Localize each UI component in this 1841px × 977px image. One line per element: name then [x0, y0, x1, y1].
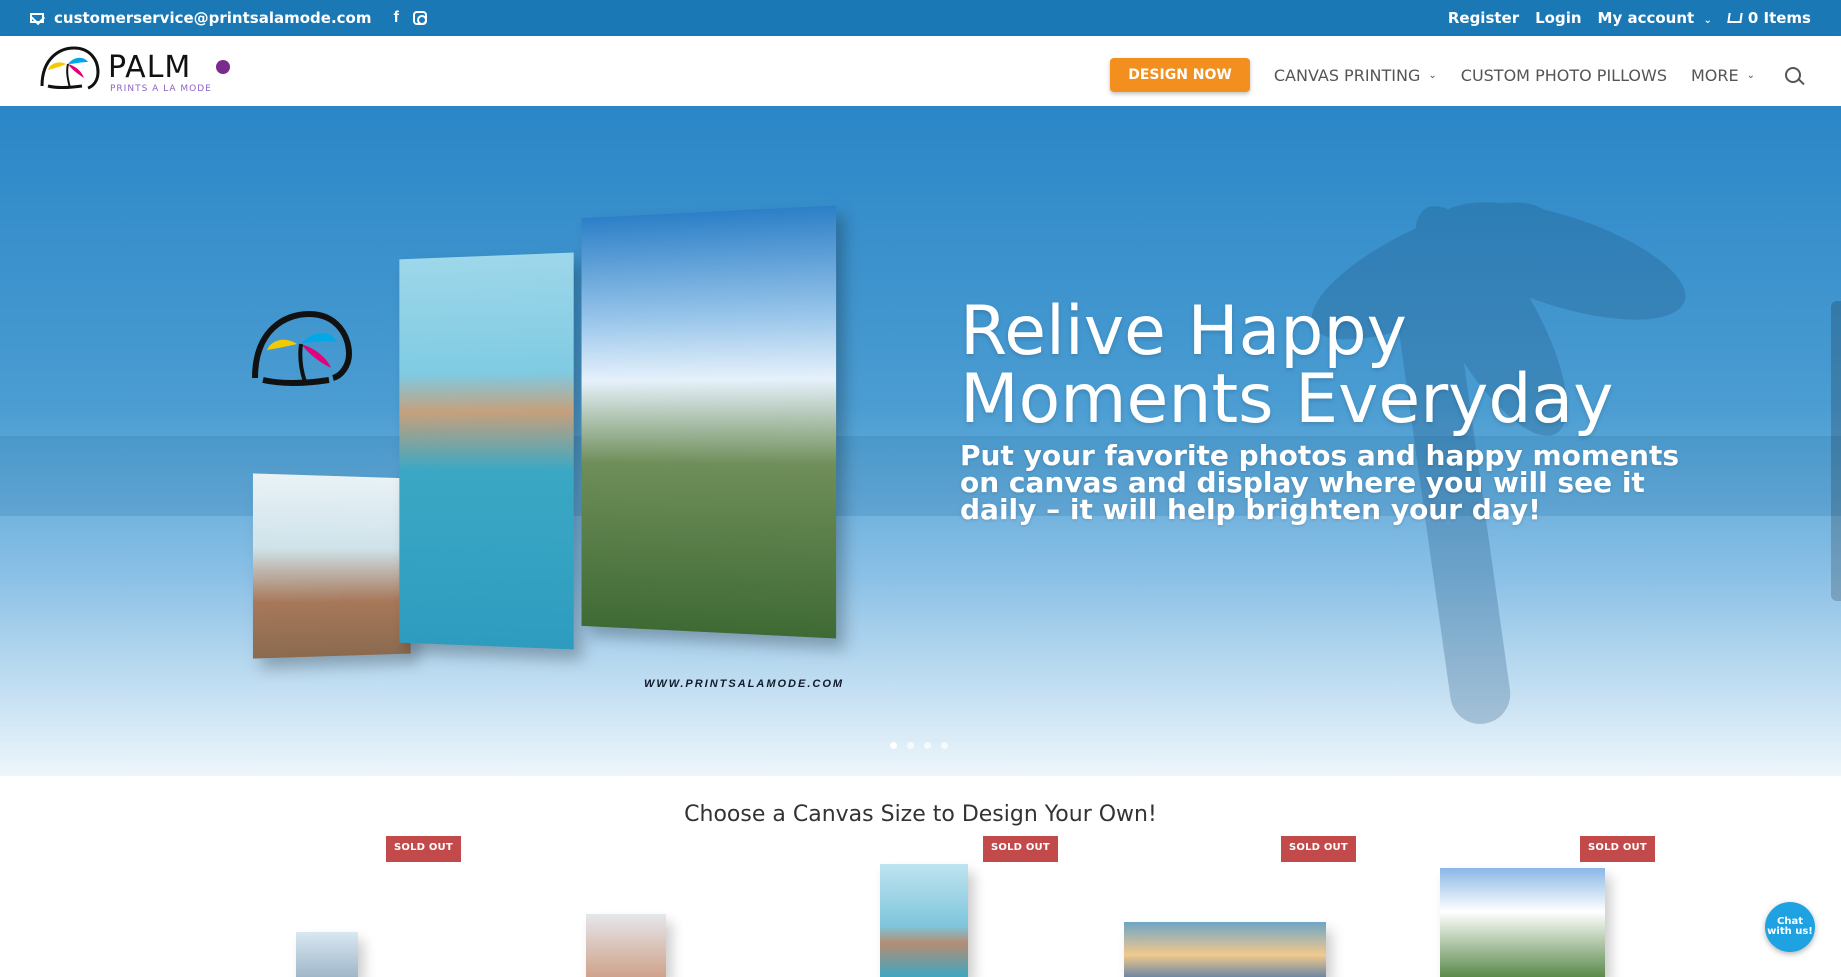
- side-scroll-tab[interactable]: [1831, 301, 1841, 601]
- slider-dot[interactable]: [941, 742, 948, 749]
- email-link[interactable]: customerservice@printsalamode.com: [54, 9, 371, 27]
- nav-canvas-printing[interactable]: CANVAS PRINTING ⌄: [1274, 66, 1437, 85]
- product-canvas-square[interactable]: [586, 914, 666, 977]
- instagram-icon[interactable]: [412, 11, 427, 25]
- topbar-left: customerservice@printsalamode.com f: [30, 9, 427, 27]
- main-nav: DESIGN NOW CANVAS PRINTING ⌄ CUSTOM PHOT…: [1110, 58, 1801, 92]
- section-title: Choose a Canvas Size to Design Your Own!: [684, 802, 1157, 827]
- hero-watermark: WWW.PRINTSALAMODE.COM: [644, 678, 845, 690]
- mail-icon: [30, 13, 44, 23]
- chevron-down-icon: ⌄: [1428, 69, 1437, 81]
- canvas-photo-ocean: [399, 252, 574, 650]
- nav-custom-photo-pillows[interactable]: CUSTOM PHOTO PILLOWS: [1461, 66, 1667, 85]
- chat-label: Chat with us!: [1767, 916, 1813, 937]
- slider-dots: [890, 742, 948, 749]
- product-canvas-large[interactable]: [1440, 868, 1605, 977]
- design-now-button[interactable]: DESIGN NOW: [1110, 58, 1250, 92]
- site-logo[interactable]: PALM PRINTS A LA MODE: [38, 44, 238, 98]
- hero-title: Relive Happy Moments Everyday: [960, 292, 1614, 439]
- facebook-icon[interactable]: f: [393, 9, 398, 27]
- cart-link[interactable]: 0 Items: [1727, 9, 1811, 27]
- chevron-down-icon: ⌄: [1703, 15, 1712, 26]
- my-account-label: My account: [1597, 9, 1695, 27]
- canvas-photo-hike: [581, 205, 837, 639]
- canvas-photo-woman: [252, 473, 411, 659]
- register-link[interactable]: Register: [1448, 9, 1519, 27]
- hero-palm-emblem-icon: [252, 310, 353, 386]
- cart-icon: [1727, 13, 1743, 23]
- product-canvas-small[interactable]: [296, 932, 358, 977]
- slider-dot-active[interactable]: [890, 742, 897, 749]
- slider-dot[interactable]: [924, 742, 931, 749]
- site-header: PALM PRINTS A LA MODE DESIGN NOW CANVAS …: [0, 36, 1841, 106]
- hero-slider: WWW.PRINTSALAMODE.COM Relive Happy Momen…: [0, 106, 1841, 776]
- cart-count: 0 Items: [1747, 9, 1811, 27]
- logo-dot: [216, 60, 230, 74]
- search-icon[interactable]: [1785, 67, 1801, 83]
- nav-custom-photo-pillows-label: CUSTOM PHOTO PILLOWS: [1460, 65, 1667, 85]
- product-canvas-panoramic[interactable]: [1124, 922, 1326, 977]
- my-account-menu[interactable]: My account ⌄: [1598, 9, 1712, 27]
- nav-more-label: MORE: [1690, 65, 1739, 85]
- top-bar: customerservice@printsalamode.com f Regi…: [0, 0, 1841, 36]
- chat-icon[interactable]: Chat with us!: [1765, 902, 1815, 952]
- social-links: f: [393, 9, 427, 27]
- sold-out-badge: SOLD OUT: [983, 836, 1058, 862]
- product-canvas-tall[interactable]: [880, 864, 968, 977]
- hero-subtitle: Put your favorite photos and happy momen…: [960, 439, 1680, 526]
- chevron-down-icon: ⌄: [1746, 69, 1755, 81]
- sold-out-badge: SOLD OUT: [386, 836, 461, 862]
- slider-dot[interactable]: [907, 742, 914, 749]
- sold-out-badge: SOLD OUT: [1580, 836, 1655, 862]
- sold-out-badge: SOLD OUT: [1281, 836, 1356, 862]
- topbar-right: Register Login My account ⌄ 0 Items: [1448, 9, 1811, 27]
- nav-canvas-printing-label: CANVAS PRINTING: [1273, 65, 1421, 85]
- nav-more[interactable]: MORE ⌄: [1691, 66, 1755, 85]
- logo-tagline: PRINTS A LA MODE: [110, 84, 212, 94]
- palm-logo-icon: [40, 46, 100, 90]
- logo-brand: PALM: [108, 50, 192, 85]
- login-link[interactable]: Login: [1535, 9, 1581, 27]
